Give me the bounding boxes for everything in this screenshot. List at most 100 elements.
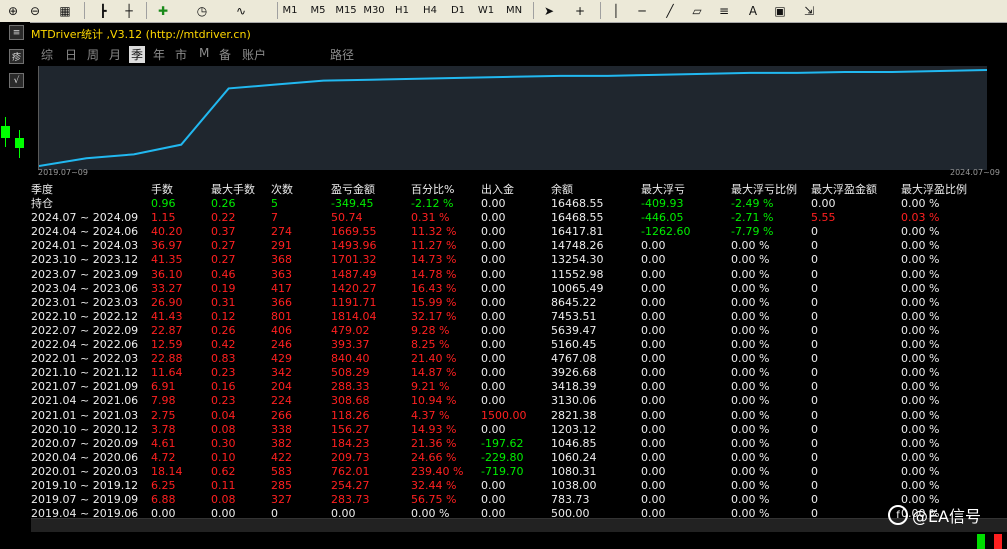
tab-magic[interactable]: M: [199, 46, 209, 60]
vertical-line-icon[interactable]: │: [607, 2, 625, 19]
table-cell: 0.00: [481, 309, 506, 323]
column-header[interactable]: 次数: [271, 183, 293, 197]
left-sidebar: ≡ 疹 √: [0, 22, 30, 549]
table-cell: 14.73 %: [411, 253, 457, 267]
timeframe-d1[interactable]: D1: [447, 2, 469, 19]
column-header[interactable]: 百分比%: [411, 183, 454, 197]
table-cell: 288.33: [331, 380, 370, 394]
table-cell: 0.00: [481, 352, 506, 366]
timeframe-m15[interactable]: M15: [335, 2, 357, 19]
text-tool-icon[interactable]: A: [744, 2, 762, 19]
table-cell: 32.44 %: [411, 479, 457, 492]
table-cell: 2.75: [151, 408, 176, 422]
equity-svg: [38, 69, 988, 167]
table-cell: 0: [811, 295, 818, 309]
table-cell: 18.14: [151, 464, 183, 478]
table-cell: 1701.32: [331, 253, 377, 267]
table-cell: 0.00 %: [731, 450, 770, 464]
table-cell: 0: [811, 239, 818, 253]
crosshair-icon[interactable]: +: [571, 2, 589, 19]
x-axis-end-label: 2024.07~09: [950, 168, 1000, 177]
equidistant-channel-icon[interactable]: ▱: [688, 2, 706, 19]
tile-windows-icon[interactable]: ▦: [56, 2, 74, 19]
table-cell: 246: [271, 338, 292, 351]
row-label: 2020.10 ~ 2020.12: [31, 422, 139, 436]
timeframe-w1[interactable]: W1: [475, 2, 497, 19]
table-cell: 156.27: [331, 422, 370, 436]
table-cell: 0.00: [641, 380, 666, 394]
table-cell: 0.00: [481, 253, 506, 267]
timeframe-mn[interactable]: MN: [503, 2, 525, 19]
chart-line-icon[interactable]: ┼: [120, 2, 138, 19]
trendline-icon[interactable]: ╱: [661, 2, 679, 19]
tab-day[interactable]: 日: [65, 46, 77, 63]
column-header[interactable]: 最大浮盈金额: [811, 183, 877, 197]
main-toolbar: ⊕ ⊖ ▦ ┣ ┼ ✚ ◷ ∿ M1 M5 M15 M30 H1 H4 D1 W…: [0, 0, 1007, 23]
tab-note[interactable]: 备: [219, 46, 231, 63]
cursor-icon[interactable]: ➤: [540, 2, 558, 19]
column-header[interactable]: 盈亏金额: [331, 183, 375, 197]
table-cell: 10065.49: [551, 281, 604, 295]
sidebar-button-menu[interactable]: ≡: [9, 25, 24, 40]
table-cell: 26.90: [151, 295, 183, 309]
table-cell: 254.27: [331, 479, 370, 492]
timeframe-m30[interactable]: M30: [363, 2, 385, 19]
table-cell: 1046.85: [551, 436, 597, 450]
table-cell: 0.00 %: [731, 281, 770, 295]
table-cell: 1203.12: [551, 422, 597, 436]
tab-month[interactable]: 月: [109, 46, 121, 63]
table-cell: 13254.30: [551, 253, 604, 267]
table-cell: 0: [811, 422, 818, 436]
table-cell: 0.27: [211, 253, 236, 267]
row-label: 持仓: [31, 197, 53, 210]
fibonacci-icon[interactable]: ≡: [715, 2, 733, 19]
table-cell: 0.03 %: [901, 211, 940, 225]
indicator-icon[interactable]: ∿: [232, 2, 250, 19]
table-cell: 0.00: [641, 323, 666, 337]
table-cell: 0: [811, 281, 818, 295]
table-cell: 1060.24: [551, 450, 597, 464]
table-cell: 0.23: [211, 366, 236, 380]
arrows-icon[interactable]: ⇲: [800, 2, 818, 19]
timeframe-m1[interactable]: M1: [279, 2, 301, 19]
table-cell: 0.00: [481, 197, 506, 210]
sidebar-button-move[interactable]: 疹: [9, 49, 24, 64]
table-cell: 0.00 %: [901, 464, 940, 478]
chart-bar-icon[interactable]: ┣: [94, 2, 112, 19]
table-cell: -2.49 %: [731, 197, 774, 210]
zoom-in-icon[interactable]: ⊕: [4, 2, 22, 19]
sidebar-button-check[interactable]: √: [9, 73, 24, 88]
zoom-out-icon[interactable]: ⊖: [26, 2, 44, 19]
column-header[interactable]: 余额: [551, 183, 573, 197]
tab-quarter[interactable]: 季: [129, 46, 146, 63]
tab-year[interactable]: 年: [153, 46, 165, 63]
column-header[interactable]: 最大手数: [211, 183, 255, 197]
table-cell: -2.12 %: [411, 197, 454, 210]
tab-account[interactable]: 账户: [242, 46, 266, 63]
timeframe-m5[interactable]: M5: [307, 2, 329, 19]
row-label: 2021.07 ~ 2021.09: [31, 380, 139, 394]
column-header[interactable]: 季度: [31, 183, 53, 197]
table-cell: 366: [271, 295, 292, 309]
table-cell: 368: [271, 253, 292, 267]
timeframe-h4[interactable]: H4: [419, 2, 441, 19]
horizontal-line-icon[interactable]: ─: [633, 2, 651, 19]
column-header[interactable]: 最大浮盈比例: [901, 183, 967, 197]
route-label[interactable]: 路径: [330, 46, 354, 63]
column-header[interactable]: 出入金: [481, 183, 514, 197]
table-cell: -7.79 %: [731, 225, 774, 239]
column-header[interactable]: 最大浮亏比例: [731, 183, 797, 197]
clock-icon[interactable]: ◷: [193, 2, 211, 19]
column-header[interactable]: 手数: [151, 183, 173, 197]
tab-overall[interactable]: 综: [41, 46, 53, 63]
tab-symbol[interactable]: 市: [175, 46, 187, 63]
table-cell: 266: [271, 408, 292, 422]
column-header[interactable]: 最大浮亏: [641, 183, 685, 197]
new-order-icon[interactable]: ✚: [154, 2, 172, 19]
timeframe-h1[interactable]: H1: [391, 2, 413, 19]
table-cell: 0.00: [481, 225, 506, 239]
text-label-icon[interactable]: ▣: [771, 2, 789, 19]
tab-week[interactable]: 周: [87, 46, 99, 63]
row-label: 2019.10 ~ 2019.12: [31, 479, 139, 492]
table-cell: 382: [271, 436, 292, 450]
